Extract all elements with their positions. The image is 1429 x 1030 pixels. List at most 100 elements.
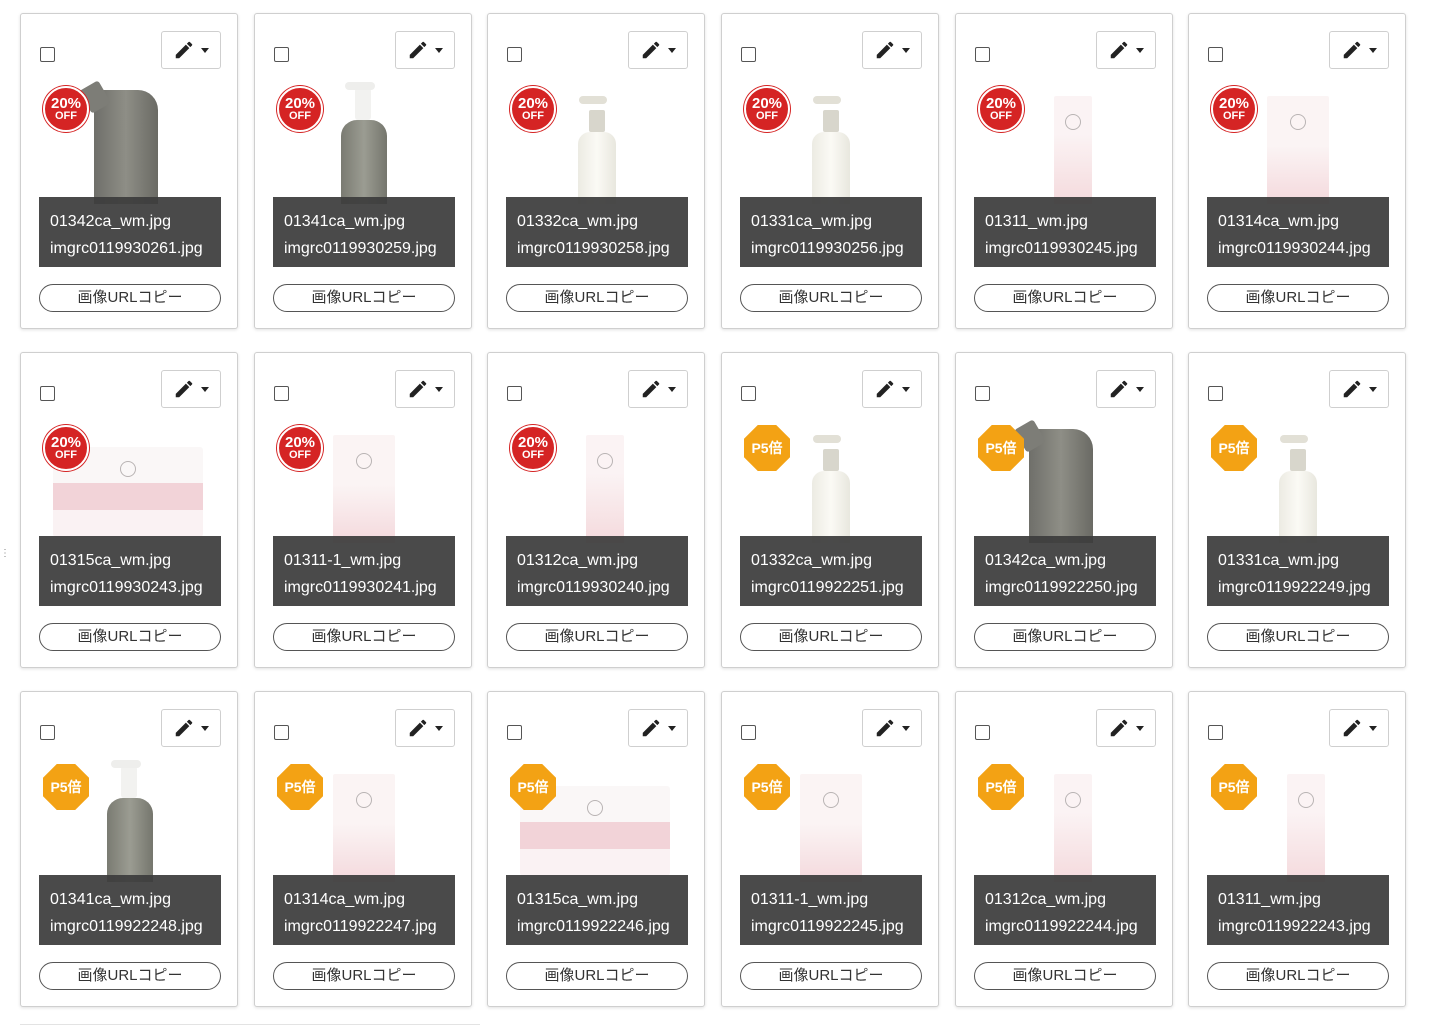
select-checkbox[interactable]: [741, 47, 756, 62]
select-checkbox[interactable]: [975, 47, 990, 62]
copy-image-url-button[interactable]: 画像URLコピー: [273, 962, 455, 990]
caret-down-icon: [1369, 725, 1377, 731]
filename-panel: 01311_wm.jpg imgrc0119922243.jpg: [1207, 875, 1389, 945]
edit-menu-button[interactable]: [628, 709, 688, 747]
product-thumbnail[interactable]: 20% OFF: [1207, 80, 1389, 204]
filename-panel: 01311-1_wm.jpg imgrc0119930241.jpg: [273, 536, 455, 606]
caret-down-icon: [201, 725, 209, 731]
select-checkbox[interactable]: [507, 47, 522, 62]
copy-image-url-button[interactable]: 画像URLコピー: [506, 962, 688, 990]
copy-image-url-button[interactable]: 画像URLコピー: [39, 962, 221, 990]
copy-image-url-button[interactable]: 画像URLコピー: [39, 284, 221, 312]
file-name: 01315ca_wm.jpg: [50, 552, 171, 569]
caret-down-icon: [1136, 47, 1144, 53]
caret-down-icon: [201, 386, 209, 392]
product-thumbnail[interactable]: P5倍: [1207, 419, 1389, 543]
product-thumbnail[interactable]: 20% OFF: [273, 80, 455, 204]
copy-image-url-button[interactable]: 画像URLコピー: [39, 623, 221, 651]
edit-menu-button[interactable]: [395, 709, 455, 747]
edit-menu-button[interactable]: [628, 31, 688, 69]
file-name: 01312ca_wm.jpg: [985, 891, 1106, 908]
brand-logo: [587, 800, 603, 817]
select-checkbox[interactable]: [1208, 47, 1223, 62]
image-card: P5倍 01314ca_wm.jpg imgrc0119922247.jpg 画像UR…: [254, 691, 472, 1007]
file-name: 01311_wm.jpg: [985, 213, 1088, 230]
select-checkbox[interactable]: [40, 725, 55, 740]
file-name: 01331ca_wm.jpg: [751, 213, 872, 230]
copy-image-url-button[interactable]: 画像URLコピー: [1207, 284, 1389, 312]
select-checkbox[interactable]: [741, 725, 756, 740]
edit-menu-button[interactable]: [395, 31, 455, 69]
select-checkbox[interactable]: [1208, 725, 1223, 740]
image-name: imgrc0119922243.jpg: [1218, 918, 1371, 935]
edit-menu-button[interactable]: [1329, 370, 1389, 408]
product-thumbnail[interactable]: 20% OFF: [39, 80, 221, 204]
copy-image-url-button[interactable]: 画像URLコピー: [506, 623, 688, 651]
select-checkbox[interactable]: [274, 725, 289, 740]
product-thumbnail[interactable]: 20% OFF: [740, 80, 922, 204]
pencil-icon: [173, 39, 195, 61]
copy-image-url-button[interactable]: 画像URLコピー: [273, 623, 455, 651]
copy-image-url-button[interactable]: 画像URLコピー: [506, 284, 688, 312]
product-thumbnail[interactable]: P5倍: [273, 758, 455, 882]
select-checkbox[interactable]: [507, 725, 522, 740]
select-checkbox[interactable]: [40, 47, 55, 62]
filename-panel: 01341ca_wm.jpg imgrc0119930259.jpg: [273, 197, 455, 267]
select-checkbox[interactable]: [975, 725, 990, 740]
select-checkbox[interactable]: [40, 386, 55, 401]
copy-image-url-button[interactable]: 画像URLコピー: [974, 623, 1156, 651]
product-thumbnail[interactable]: P5倍: [974, 758, 1156, 882]
select-checkbox[interactable]: [507, 386, 522, 401]
copy-image-url-button[interactable]: 画像URLコピー: [1207, 623, 1389, 651]
edit-menu-button[interactable]: [628, 370, 688, 408]
copy-image-url-button[interactable]: 画像URLコピー: [974, 284, 1156, 312]
product-thumbnail[interactable]: P5倍: [974, 419, 1156, 543]
edit-menu-button[interactable]: [862, 709, 922, 747]
copy-image-url-button[interactable]: 画像URLコピー: [740, 962, 922, 990]
product-thumbnail[interactable]: 20% OFF: [974, 80, 1156, 204]
product-thumbnail[interactable]: P5倍: [39, 758, 221, 882]
pencil-icon: [1341, 717, 1363, 739]
edit-menu-button[interactable]: [161, 709, 221, 747]
caret-down-icon: [902, 47, 910, 53]
product-thumbnail[interactable]: P5倍: [740, 758, 922, 882]
edit-menu-button[interactable]: [1096, 31, 1156, 69]
edit-menu-button[interactable]: [1329, 709, 1389, 747]
edit-menu-button[interactable]: [1096, 370, 1156, 408]
points-badge: P5倍: [1211, 425, 1257, 471]
image-card: P5倍 01311-1_wm.jpg imgrc0119922245.jpg 画像UR…: [721, 691, 939, 1007]
select-checkbox[interactable]: [975, 386, 990, 401]
edit-menu-button[interactable]: [161, 31, 221, 69]
filename-panel: 01331ca_wm.jpg imgrc0119922249.jpg: [1207, 536, 1389, 606]
product-thumbnail[interactable]: 20% OFF: [39, 419, 221, 543]
product-thumbnail[interactable]: P5倍: [1207, 758, 1389, 882]
copy-image-url-button[interactable]: 画像URLコピー: [974, 962, 1156, 990]
select-checkbox[interactable]: [274, 47, 289, 62]
edit-menu-button[interactable]: [1329, 31, 1389, 69]
product-thumbnail[interactable]: P5倍: [740, 419, 922, 543]
select-checkbox[interactable]: [1208, 386, 1223, 401]
product-thumbnail[interactable]: 20% OFF: [506, 419, 688, 543]
copy-image-url-button[interactable]: 画像URLコピー: [273, 284, 455, 312]
copy-image-url-button[interactable]: 画像URLコピー: [740, 623, 922, 651]
brand-logo: [1298, 791, 1314, 808]
edit-menu-button[interactable]: [395, 370, 455, 408]
product-thumbnail[interactable]: 20% OFF: [506, 80, 688, 204]
copy-image-url-button[interactable]: 画像URLコピー: [740, 284, 922, 312]
product-thumbnail[interactable]: P5倍: [506, 758, 688, 882]
image-name: imgrc0119922246.jpg: [517, 918, 670, 935]
edit-menu-button[interactable]: [161, 370, 221, 408]
edit-menu-button[interactable]: [862, 370, 922, 408]
edit-menu-button[interactable]: [862, 31, 922, 69]
copy-image-url-button[interactable]: 画像URLコピー: [1207, 962, 1389, 990]
brand-logo: [823, 791, 839, 808]
file-name: 01341ca_wm.jpg: [284, 213, 405, 230]
product-thumbnail[interactable]: 20% OFF: [273, 419, 455, 543]
select-checkbox[interactable]: [741, 386, 756, 401]
pencil-icon: [1108, 717, 1130, 739]
pencil-icon: [407, 717, 429, 739]
file-name: 01311-1_wm.jpg: [751, 891, 869, 908]
select-checkbox[interactable]: [274, 386, 289, 401]
points-badge: P5倍: [978, 764, 1024, 810]
edit-menu-button[interactable]: [1096, 709, 1156, 747]
